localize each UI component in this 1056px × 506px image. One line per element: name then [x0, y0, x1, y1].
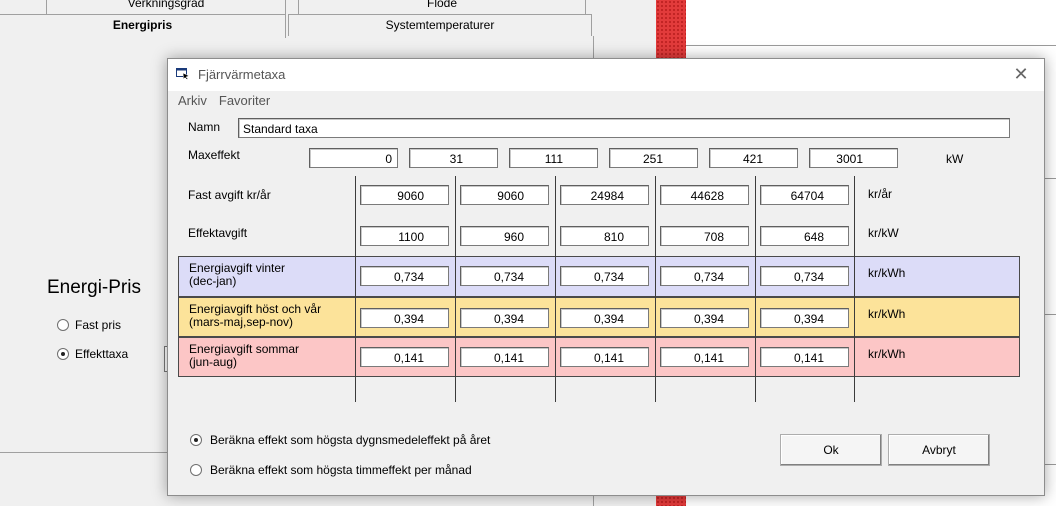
- column-divider: [555, 256, 556, 377]
- fixed-fee-input-4[interactable]: 44628: [660, 185, 749, 205]
- autumn-fee-input-2[interactable]: 0,394: [460, 308, 549, 328]
- radio-fixed-price[interactable]: Fast pris: [57, 318, 121, 332]
- autumn-fee-label-line2: (mars-maj,sep-nov): [189, 315, 294, 329]
- fixed-fee-label: Fast avgift kr/år: [188, 188, 271, 202]
- summer-fee-unit: kr/kWh: [868, 347, 906, 361]
- maxeffekt-input-4[interactable]: 251: [609, 148, 698, 168]
- radio-hourly-monthly-label: Beräkna effekt som högsta timmeffekt per…: [210, 463, 472, 477]
- radio-fixed-price-label: Fast pris: [75, 318, 122, 332]
- tab-systemtemperaturer[interactable]: Systemtemperaturer: [288, 14, 592, 36]
- ok-button[interactable]: Ok: [780, 434, 882, 466]
- winter-fee-unit: kr/kWh: [868, 266, 906, 280]
- tab-verkningsgrad[interactable]: Verkningsgrad: [46, 0, 286, 14]
- radio-daily-average[interactable]: Beräkna effekt som högsta dygnsmedeleffe…: [190, 433, 490, 447]
- effect-fee-input-4[interactable]: 708: [660, 226, 749, 246]
- summer-fee-input-4[interactable]: 0,141: [660, 347, 749, 367]
- fixed-fee-input-2[interactable]: 9060: [460, 185, 549, 205]
- summer-fee-input-5[interactable]: 0,141: [760, 347, 849, 367]
- radio-effect-tariff[interactable]: Effekttaxa: [57, 347, 128, 361]
- summer-fee-input-2[interactable]: 0,141: [460, 347, 549, 367]
- radio-button[interactable]: [190, 434, 202, 446]
- radio-daily-average-label: Beräkna effekt som högsta dygnsmedeleffe…: [210, 433, 491, 447]
- dialog-title: Fjärrvärmetaxa: [198, 67, 286, 82]
- radio-button[interactable]: [57, 319, 69, 331]
- maxeffekt-label: Maxeffekt: [188, 148, 240, 162]
- fjarrvarmetaxa-dialog: Fjärrvärmetaxa ✕ Arkiv Favoriter Namn St…: [167, 58, 1045, 496]
- radio-button[interactable]: [190, 464, 202, 476]
- fixed-fee-input-1[interactable]: 9060: [360, 185, 449, 205]
- tab-flode[interactable]: Flöde: [298, 0, 586, 14]
- effect-fee-label: Effektavgift: [188, 226, 248, 240]
- column-divider: [755, 256, 756, 377]
- dialog-titlebar[interactable]: Fjärrvärmetaxa ✕: [168, 59, 1044, 91]
- column-divider: [455, 256, 456, 377]
- autumn-fee-input-4[interactable]: 0,394: [660, 308, 749, 328]
- energy-price-heading: Energi-Pris: [47, 277, 141, 298]
- column-divider: [854, 256, 855, 377]
- column-divider: [355, 256, 356, 377]
- menu-bar: Arkiv Favoriter: [168, 93, 270, 111]
- fixed-fee-input-5[interactable]: 64704: [760, 185, 849, 205]
- summer-fee-input-1[interactable]: 0,141: [360, 347, 449, 367]
- radio-hourly-monthly[interactable]: Beräkna effekt som högsta timmeffekt per…: [190, 463, 472, 477]
- maxeffekt-input-3[interactable]: 111: [509, 148, 598, 168]
- winter-fee-input-3[interactable]: 0,734: [560, 266, 649, 286]
- effect-fee-input-1[interactable]: 1100: [360, 226, 449, 246]
- winter-fee-label-line2: (dec-jan): [189, 274, 237, 288]
- autumn-fee-input-1[interactable]: 0,394: [360, 308, 449, 328]
- autumn-fee-input-5[interactable]: 0,394: [760, 308, 849, 328]
- close-icon[interactable]: ✕: [1010, 64, 1032, 86]
- cancel-button[interactable]: Avbryt: [888, 434, 990, 466]
- name-label: Namn: [188, 120, 221, 134]
- effect-fee-unit: kr/kW: [868, 226, 899, 240]
- winter-fee-input-1[interactable]: 0,734: [360, 266, 449, 286]
- tab-energipris[interactable]: Energipris: [0, 14, 286, 38]
- background-divider: [686, 45, 1056, 46]
- winter-fee-input-4[interactable]: 0,734: [660, 266, 749, 286]
- summer-fee-label-line2: (jun-aug): [189, 355, 238, 369]
- radio-button[interactable]: [57, 348, 69, 360]
- fixed-fee-input-3[interactable]: 24984: [560, 185, 649, 205]
- menu-favoriter[interactable]: Favoriter: [219, 93, 270, 111]
- maxeffekt-input-5[interactable]: 421: [709, 148, 798, 168]
- effect-fee-input-3[interactable]: 810: [560, 226, 649, 246]
- app-window-icon: [176, 68, 190, 80]
- effect-fee-input-5[interactable]: 648: [760, 226, 849, 246]
- autumn-fee-unit: kr/kWh: [868, 307, 906, 321]
- autumn-fee-input-3[interactable]: 0,394: [560, 308, 649, 328]
- maxeffekt-input-1[interactable]: 0: [309, 148, 398, 168]
- maxeffekt-input-6[interactable]: 3001: [809, 148, 898, 168]
- winter-fee-input-5[interactable]: 0,734: [760, 266, 849, 286]
- winter-fee-input-2[interactable]: 0,734: [460, 266, 549, 286]
- column-divider: [655, 256, 656, 377]
- fixed-fee-unit: kr/år: [868, 187, 892, 201]
- radio-effect-tariff-label: Effekttaxa: [75, 347, 129, 361]
- menu-arkiv[interactable]: Arkiv: [178, 93, 207, 111]
- summer-fee-input-3[interactable]: 0,141: [560, 347, 649, 367]
- effect-fee-input-2[interactable]: 960: [460, 226, 549, 246]
- name-input[interactable]: Standard taxa: [238, 118, 1010, 138]
- maxeffekt-input-2[interactable]: 31: [409, 148, 498, 168]
- maxeffekt-unit: kW: [946, 152, 964, 166]
